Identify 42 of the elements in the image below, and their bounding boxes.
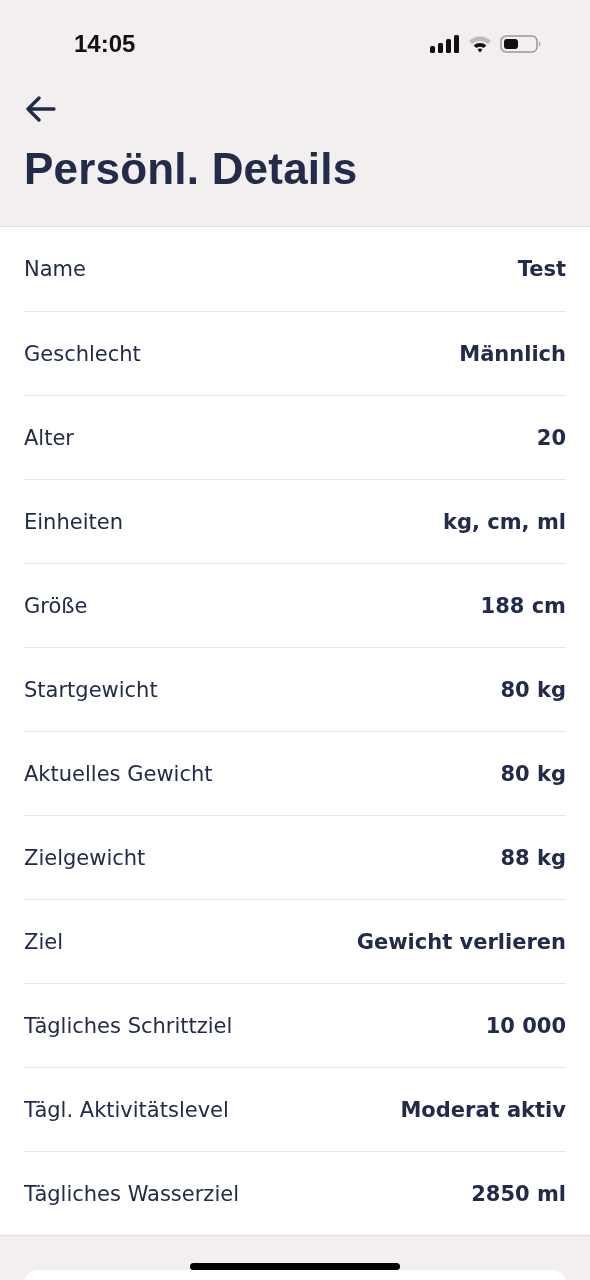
detail-row[interactable]: Geschlecht Männlich	[24, 311, 566, 395]
detail-row[interactable]: Einheiten kg, cm, ml	[24, 479, 566, 563]
detail-row[interactable]: Tägliches Schrittziel 10 000	[24, 983, 566, 1067]
detail-value: 88 kg	[500, 845, 566, 870]
detail-label: Zielgewicht	[24, 845, 146, 870]
detail-row[interactable]: Zielgewicht 88 kg	[24, 815, 566, 899]
detail-label: Ziel	[24, 929, 63, 954]
detail-row[interactable]: Startgewicht 80 kg	[24, 647, 566, 731]
detail-value: 188 cm	[480, 593, 566, 618]
detail-label: Geschlecht	[24, 341, 141, 366]
detail-label: Tägl. Aktivitätslevel	[24, 1097, 229, 1122]
detail-label: Aktuelles Gewicht	[24, 761, 213, 786]
detail-label: Größe	[24, 593, 88, 618]
back-arrow-icon[interactable]	[26, 96, 56, 122]
detail-value: kg, cm, ml	[443, 509, 566, 534]
detail-value: Männlich	[459, 341, 566, 366]
status-time: 14:05	[74, 30, 136, 58]
detail-value: 10 000	[485, 1013, 566, 1038]
detail-row[interactable]: Aktuelles Gewicht 80 kg	[24, 731, 566, 815]
detail-value: Test	[517, 257, 566, 281]
page-title: Persönl. Details	[24, 144, 359, 194]
detail-label: Startgewicht	[24, 677, 158, 702]
detail-label: Name	[24, 257, 86, 281]
detail-value: 20	[536, 425, 566, 450]
battery-icon	[500, 34, 542, 54]
signal-icon	[430, 35, 460, 53]
detail-value: 2850 ml	[471, 1181, 566, 1206]
detail-label: Tägliches Wasserziel	[24, 1181, 239, 1206]
detail-row[interactable]: Größe 188 cm	[24, 563, 566, 647]
detail-label: Tägliches Schrittziel	[24, 1013, 233, 1038]
detail-row[interactable]: Alter 20	[24, 395, 566, 479]
detail-value: Gewicht verlieren	[356, 929, 566, 954]
detail-value: 80 kg	[500, 761, 566, 786]
detail-row[interactable]: Tägliches Wasserziel 2850 ml	[24, 1151, 566, 1235]
wifi-icon	[468, 35, 492, 53]
detail-label: Einheiten	[24, 509, 123, 534]
detail-value: 80 kg	[500, 677, 566, 702]
detail-row[interactable]: Ziel Gewicht verlieren	[24, 899, 566, 983]
detail-row[interactable]: Name Test	[24, 227, 566, 311]
detail-row[interactable]: Tägl. Aktivitätslevel Moderat aktiv	[24, 1067, 566, 1151]
detail-value: Moderat aktiv	[400, 1097, 566, 1122]
detail-label: Alter	[24, 425, 74, 450]
